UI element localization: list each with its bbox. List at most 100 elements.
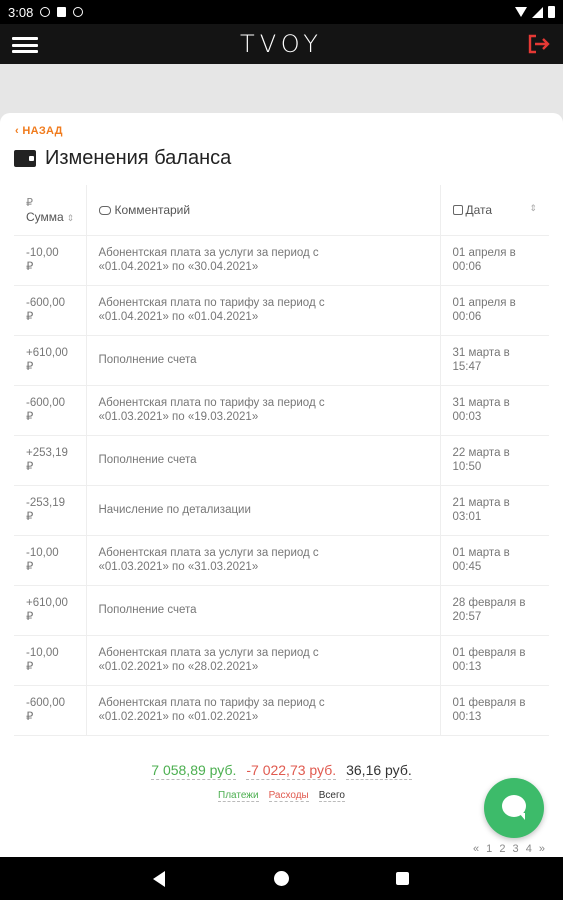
totals-labels: Платежи Расходы Всего — [0, 790, 563, 802]
pagination-prev[interactable]: « — [473, 843, 481, 855]
pagination-next[interactable]: » — [539, 843, 547, 855]
currency-sign: ₽ — [26, 461, 34, 473]
amount-value: -10,00 — [26, 247, 59, 259]
payments-filter[interactable]: Платежи — [218, 790, 259, 802]
time-line: 00:13 — [452, 711, 482, 723]
status-time: 3:08 — [8, 4, 34, 20]
currency-sign: ₽ — [26, 661, 34, 673]
sort-icon: ⇕ — [529, 202, 537, 213]
logout-icon[interactable] — [527, 34, 551, 54]
time-line: 00:45 — [452, 561, 482, 573]
amount-value: -253,19 — [26, 497, 66, 509]
sort-icon: ⇕ — [66, 212, 75, 223]
comment-line: «01.02.2021» по «28.02.2021» — [98, 661, 259, 673]
amount-cell: -253,19 ₽ — [14, 485, 86, 536]
comment-line: Начисление по детализации — [98, 504, 251, 516]
time-line: 00:03 — [452, 411, 482, 423]
comment-line: Пополнение счета — [98, 454, 197, 466]
currency-label: ₽ — [26, 196, 33, 209]
total-expenses: -7 022,73 руб. — [246, 762, 337, 780]
date-cell: 01 марта в 00:45 — [440, 535, 549, 586]
comment-cell: Абонентская плата по тарифу за период с «… — [85, 385, 441, 436]
comment-cell: Абонентская плата за услуги за период с «… — [85, 635, 441, 686]
comment-line: «01.04.2021» по «01.04.2021» — [98, 311, 259, 323]
page-title: Изменения баланса — [45, 147, 232, 169]
amount-value: +253,19 — [26, 447, 68, 459]
comment-cell: Начисление по детализации — [85, 485, 441, 536]
nav-home-icon[interactable] — [274, 871, 289, 886]
blocked-icon — [73, 7, 84, 17]
amount-cell: -10,00 ₽ — [14, 235, 86, 286]
currency-sign: ₽ — [26, 361, 34, 373]
date-cell: 01 февраля в 00:13 — [440, 635, 549, 686]
page-link[interactable]: 2 — [499, 843, 507, 855]
calendar-icon — [452, 204, 463, 215]
date-cell: 22 марта в 10:50 — [440, 435, 549, 486]
date-line: 01 апреля в — [452, 297, 516, 309]
comment-line: «01.04.2021» по «30.04.2021» — [98, 261, 259, 273]
date-header[interactable]: Дата ⇕ — [440, 185, 549, 236]
date-line: 22 марта в — [452, 447, 510, 459]
sd-card-icon — [57, 7, 67, 17]
expenses-filter[interactable]: Расходы — [268, 790, 309, 802]
currency-sign: ₽ — [26, 511, 34, 523]
comment-header-label: Комментарий — [114, 202, 191, 217]
comment-cell: Абонентская плата по тарифу за период с «… — [85, 685, 441, 736]
nav-back-icon[interactable] — [153, 871, 165, 887]
comment-line: Абонентская плата за услуги за период с — [98, 247, 319, 259]
date-cell: 21 марта в 03:01 — [440, 485, 549, 536]
date-cell: 31 марта в 00:03 — [440, 385, 549, 436]
amount-value: +610,00 — [26, 597, 68, 609]
date-line: 21 марта в — [452, 497, 510, 509]
chat-button[interactable] — [484, 778, 544, 838]
comment-line: «01.02.2021» по «01.02.2021» — [98, 711, 259, 723]
comment-line: Абонентская плата по тарифу за период с — [98, 397, 325, 409]
comment-line: Абонентская плата по тарифу за период с — [98, 297, 325, 309]
battery-icon — [548, 6, 555, 18]
signal-icon — [532, 6, 543, 18]
nav-recents-icon[interactable] — [396, 872, 409, 885]
comment-line: «01.03.2021» по «19.03.2021» — [98, 411, 259, 423]
date-line: 01 марта в — [452, 547, 510, 559]
total-filter[interactable]: Всего — [318, 790, 345, 802]
comment-line: Пополнение счета — [98, 604, 197, 616]
table-row: -10,00 ₽ Абонентская плата за услуги за пе… — [14, 535, 549, 586]
table-row: +610,00 ₽ Пополнение счета 31 марта в 15:47 — [14, 335, 549, 386]
amount-header-label: Сумма — [26, 209, 64, 224]
title-row: Изменения баланса — [14, 147, 231, 170]
table-row: -600,00 ₽ Абонентская плата по тарифу за п… — [14, 285, 549, 336]
comment-cell: Абонентская плата по тарифу за период с «… — [85, 285, 441, 336]
table-row: -600,00 ₽ Абонентская плата по тарифу за п… — [14, 685, 549, 736]
balance-card: ‹ НАЗАД Изменения баланса ₽ Сумма ⇕ Комме… — [0, 113, 563, 857]
time-line: 15:47 — [452, 361, 482, 373]
time-line: 00:06 — [452, 261, 482, 273]
comment-line: Абонентская плата по тарифу за период с — [98, 697, 325, 709]
totals-row: 7 058,89 руб. -7 022,73 руб. 36,16 руб. — [0, 762, 563, 780]
back-link[interactable]: ‹ НАЗАД — [15, 125, 63, 137]
page-link[interactable]: 4 — [526, 843, 534, 855]
amount-cell: -600,00 ₽ — [14, 385, 86, 436]
balance-table: ₽ Сумма ⇕ Комментарий Дата ⇕ -10,00 ₽ Абонен… — [14, 185, 549, 736]
time-line: 00:13 — [452, 661, 482, 673]
time-line: 10:50 — [452, 461, 482, 473]
pagination: « 1 2 3 4 » — [473, 843, 547, 855]
amount-value: +610,00 — [26, 347, 68, 359]
time-line: 03:01 — [452, 511, 482, 523]
amount-cell: -600,00 ₽ — [14, 285, 86, 336]
amount-value: -600,00 — [26, 297, 66, 309]
comment-header: Комментарий — [85, 185, 441, 236]
table-row: -600,00 ₽ Абонентская плата по тарифу за п… — [14, 385, 549, 436]
amount-value: -10,00 — [26, 547, 59, 559]
amount-value: -600,00 — [26, 397, 66, 409]
comment-cell: Пополнение счета — [85, 585, 441, 636]
currency-sign: ₽ — [26, 261, 34, 273]
amount-value: -600,00 — [26, 697, 66, 709]
table-row: -10,00 ₽ Абонентская плата за услуги за пе… — [14, 635, 549, 686]
page-link[interactable]: 3 — [513, 843, 521, 855]
page-link[interactable]: 1 — [486, 843, 494, 855]
table-row: +610,00 ₽ Пополнение счета 28 февраля в 20:5… — [14, 585, 549, 636]
date-cell: 31 марта в 15:47 — [440, 335, 549, 386]
date-line: 01 февраля в — [452, 697, 526, 709]
table-row: -253,19 ₽ Начисление по детализации 21 март… — [14, 485, 549, 536]
amount-header[interactable]: ₽ Сумма ⇕ — [14, 185, 86, 236]
